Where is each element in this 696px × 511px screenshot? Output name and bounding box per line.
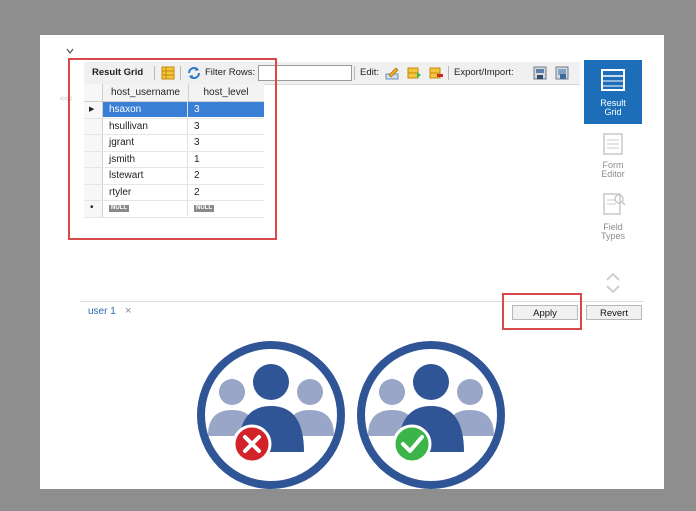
side-panel: Result Grid Form Editor Field Types xyxy=(584,60,642,300)
tab-user-1[interactable]: user 1 xyxy=(88,306,116,317)
revert-button[interactable]: Revert xyxy=(586,305,642,320)
result-grid-icon xyxy=(601,69,625,91)
export-icon[interactable] xyxy=(532,65,548,81)
highlight-box-apply xyxy=(502,293,582,330)
side-form-label-2: Editor xyxy=(601,169,625,179)
edit-pencil-icon[interactable] xyxy=(384,65,400,81)
insert-row-icon[interactable] xyxy=(406,65,422,81)
scroll-arrows-icon[interactable] xyxy=(604,270,622,296)
export-import-label: Export/Import: xyxy=(454,67,514,78)
users-approved-icon xyxy=(357,341,505,489)
side-result-label-2: Grid xyxy=(604,107,622,117)
edit-label: Edit: xyxy=(360,67,380,78)
side-result-grid-button[interactable]: Result Grid xyxy=(584,60,642,124)
side-field-types-button[interactable]: Field Types xyxy=(584,188,642,248)
highlight-box-result-grid xyxy=(68,58,277,240)
delete-row-icon[interactable] xyxy=(428,65,444,81)
toolbar-divider xyxy=(448,66,449,80)
side-form-editor-button[interactable]: Form Editor xyxy=(584,128,642,184)
field-types-icon xyxy=(603,193,626,215)
form-editor-icon xyxy=(603,133,623,155)
toolbar-divider xyxy=(354,66,355,80)
collapse-caret-icon[interactable] xyxy=(66,48,74,54)
import-icon[interactable] xyxy=(554,65,570,81)
users-denied-icon xyxy=(197,341,345,489)
side-field-label-2: Types xyxy=(600,231,625,241)
tab-close-icon[interactable]: × xyxy=(125,305,131,317)
